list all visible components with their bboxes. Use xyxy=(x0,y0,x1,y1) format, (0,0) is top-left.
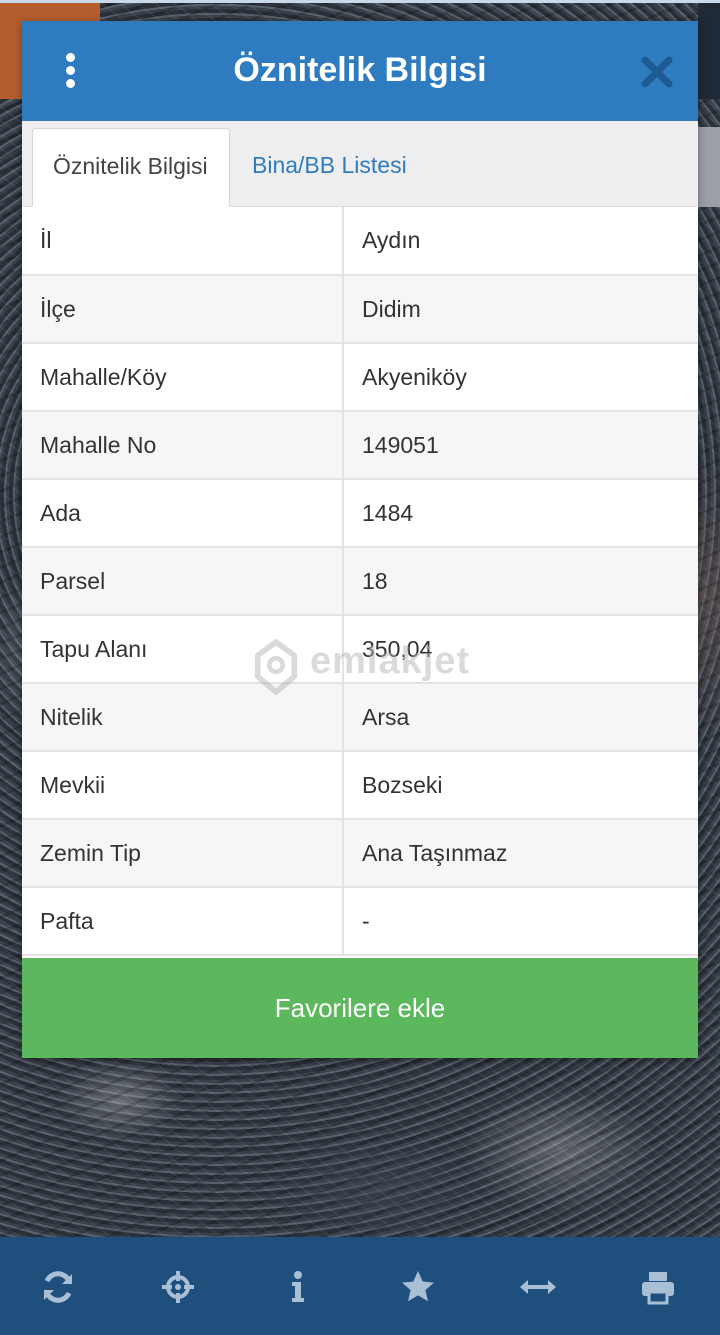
row-value: Bozseki xyxy=(343,751,698,820)
locate-button[interactable] xyxy=(156,1265,200,1309)
attribute-info-modal: Öznitelik Bilgisi Öznitelik Bilgisi Bina… xyxy=(22,21,698,1058)
measure-button[interactable] xyxy=(516,1265,560,1309)
row-key: Mahalle/Köy xyxy=(22,343,344,412)
tab-building-list[interactable]: Bina/BB Listesi xyxy=(232,128,427,206)
tab-bar: Öznitelik Bilgisi Bina/BB Listesi xyxy=(22,121,698,207)
close-button[interactable] xyxy=(640,55,674,89)
row-value: - xyxy=(343,887,698,956)
table-row: Pafta - xyxy=(22,887,698,956)
info-icon xyxy=(292,1271,304,1302)
row-key: Zemin Tip xyxy=(22,819,344,888)
table-row: Mevkii Bozseki xyxy=(22,751,698,820)
table-row: İlçe Didim xyxy=(22,275,698,344)
table-row: Mahalle No 149051 xyxy=(22,411,698,480)
row-value: Didim xyxy=(343,275,698,344)
print-icon xyxy=(642,1272,674,1305)
attribute-table: İl Aydın İlçe Didim Mahalle/Köy Akyeniköy M… xyxy=(22,207,698,956)
map-overlay-dark xyxy=(698,3,720,99)
row-key: İlçe xyxy=(22,275,344,344)
row-value: 149051 xyxy=(343,411,698,480)
favorites-button[interactable] xyxy=(396,1265,440,1309)
table-row: Mahalle/Köy Akyeniköy xyxy=(22,343,698,412)
top-edge xyxy=(0,0,720,3)
refresh-button[interactable] xyxy=(36,1265,80,1309)
row-key: Ada xyxy=(22,479,344,548)
table-row: Nitelik Arsa xyxy=(22,683,698,752)
measure-icon xyxy=(520,1280,556,1294)
row-value: 18 xyxy=(343,547,698,616)
table-row: Tapu Alanı 350,04 xyxy=(22,615,698,684)
info-button[interactable] xyxy=(276,1265,320,1309)
close-icon xyxy=(641,56,673,88)
row-key: Mahalle No xyxy=(22,411,344,480)
add-to-favorites-button[interactable]: Favorilere ekle xyxy=(22,958,698,1058)
row-key: Nitelik xyxy=(22,683,344,752)
menu-kebab-button[interactable] xyxy=(52,51,88,91)
row-value: Arsa xyxy=(343,683,698,752)
table-row: Zemin Tip Ana Taşınmaz xyxy=(22,819,698,888)
row-key: İl xyxy=(22,207,344,276)
row-key: Pafta xyxy=(22,887,344,956)
kebab-dot xyxy=(66,79,75,88)
row-value: 350,04 xyxy=(343,615,698,684)
row-key: Parsel xyxy=(22,547,344,616)
row-key: Mevkii xyxy=(22,751,344,820)
row-value: 1484 xyxy=(343,479,698,548)
table-row: Parsel 18 xyxy=(22,547,698,616)
kebab-dot xyxy=(66,66,75,75)
kebab-dot xyxy=(66,53,75,62)
map-overlay-strip xyxy=(698,127,720,207)
modal-title: Öznitelik Bilgisi xyxy=(233,51,487,89)
refresh-icon xyxy=(44,1271,72,1303)
row-key: Tapu Alanı xyxy=(22,615,344,684)
table-row: İl Aydın xyxy=(22,207,698,276)
row-value: Aydın xyxy=(343,207,698,276)
print-button[interactable] xyxy=(636,1265,680,1309)
row-value: Akyeniköy xyxy=(343,343,698,412)
star-icon xyxy=(402,1271,434,1302)
row-value: Ana Taşınmaz xyxy=(343,819,698,888)
bottom-toolbar xyxy=(0,1237,720,1335)
table-row: Ada 1484 xyxy=(22,479,698,548)
crosshair-icon xyxy=(162,1271,194,1303)
tab-attribute-info[interactable]: Öznitelik Bilgisi xyxy=(32,128,230,207)
modal-header: Öznitelik Bilgisi xyxy=(22,21,698,121)
